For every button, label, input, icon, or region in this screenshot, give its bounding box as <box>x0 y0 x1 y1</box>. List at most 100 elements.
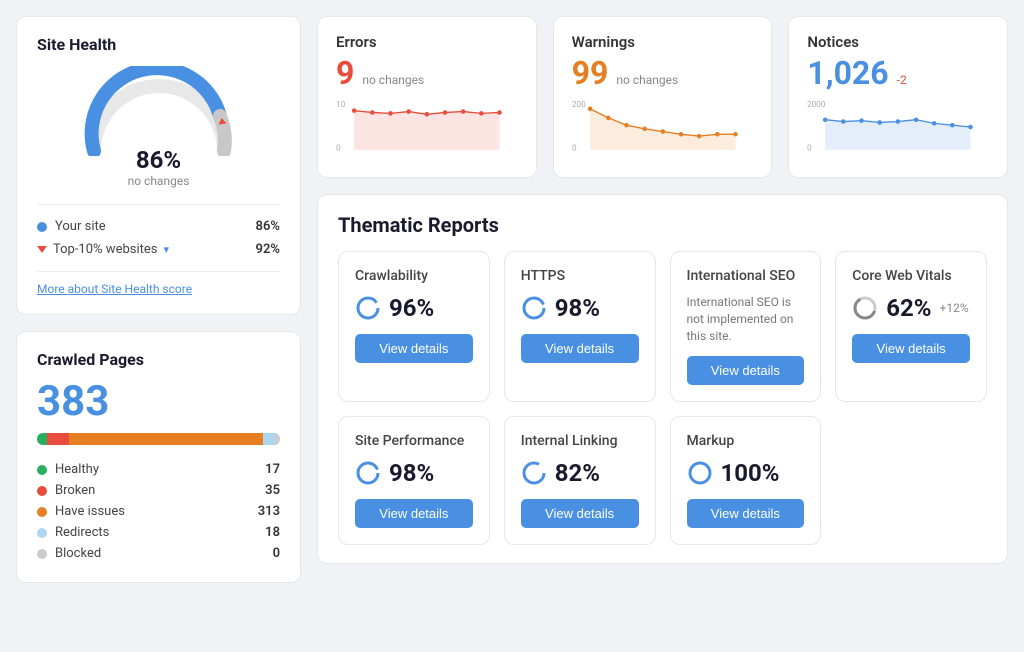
legend-blocked: Blocked 0 <box>37 543 280 564</box>
https-score-icon <box>521 295 547 321</box>
legend-redirects: Redirects 18 <box>37 522 280 543</box>
dashboard: Site Health 86% no changes <box>16 16 1008 583</box>
issues-dot <box>37 507 47 517</box>
report-intl-seo: International SEO International SEO is n… <box>670 251 822 402</box>
core-web-vitals-name: Core Web Vitals <box>852 268 970 284</box>
crawlability-view-btn[interactable]: View details <box>355 334 473 363</box>
reports-row-2: Site Performance 98% View details Intern… <box>338 416 987 545</box>
core-web-vitals-delta: +12% <box>940 301 969 315</box>
gauge-sub: no changes <box>128 174 190 188</box>
warnings-change: no changes <box>616 73 678 87</box>
internal-linking-icon <box>521 460 547 486</box>
warnings-value-row: 99 no changes <box>572 57 754 89</box>
crawled-total: 383 <box>37 381 280 423</box>
top10-val: 92% <box>256 242 280 257</box>
pb-blocked <box>275 433 280 445</box>
blocked-count: 0 <box>273 546 280 561</box>
top10-chevron: ▾ <box>163 243 169 256</box>
intl-seo-view-btn[interactable]: View details <box>687 356 805 385</box>
report-markup: Markup 100% View details <box>670 416 822 545</box>
thematic-reports-card: Thematic Reports Crawlability 96% View d… <box>317 194 1008 564</box>
errors-label: Errors <box>336 33 518 51</box>
your-site-dot <box>37 222 47 232</box>
notices-label: Notices <box>807 33 989 51</box>
notices-card: Notices 1,026 -2 2000 0 <box>788 16 1008 178</box>
core-web-vitals-icon <box>852 295 878 321</box>
legend-healthy: Healthy 17 <box>37 459 280 480</box>
svg-text:0: 0 <box>572 143 577 153</box>
redirects-count: 18 <box>265 525 280 540</box>
report-https: HTTPS 98% View details <box>504 251 656 402</box>
legend-broken: Broken 35 <box>37 480 280 501</box>
site-performance-score-row: 98% <box>355 459 473 487</box>
crawled-pages-title: Crawled Pages <box>37 350 280 369</box>
errors-value-row: 9 no changes <box>336 57 518 89</box>
crawlability-score-icon <box>355 295 381 321</box>
svg-text:200: 200 <box>572 99 586 109</box>
markup-icon <box>687 460 713 486</box>
healthy-count: 17 <box>265 462 280 477</box>
warnings-card: Warnings 99 no changes 200 0 <box>553 16 773 178</box>
your-site-val: 86% <box>256 219 280 234</box>
svg-text:10: 10 <box>336 99 346 109</box>
crawlability-score: 96% <box>389 294 434 322</box>
top10-label: Top-10% websites <box>53 242 157 257</box>
redirects-dot <box>37 528 47 538</box>
pb-broken <box>47 433 69 445</box>
svg-text:0: 0 <box>807 143 812 153</box>
report-core-web-vitals: Core Web Vitals 62% +12% View details <box>835 251 987 402</box>
https-name: HTTPS <box>521 268 639 284</box>
markup-view-btn[interactable]: View details <box>687 499 805 528</box>
intl-seo-desc: International SEO is not implemented on … <box>687 294 805 344</box>
svg-text:0: 0 <box>336 143 341 153</box>
your-site-legend: Your site 86% <box>37 215 280 238</box>
redirects-label: Redirects <box>55 525 109 540</box>
gauge-percent: 86% <box>128 146 190 174</box>
legend-issues: Have issues 313 <box>37 501 280 522</box>
markup-score-row: 100% <box>687 459 805 487</box>
healthy-label: Healthy <box>55 462 99 477</box>
errors-chart: 10 0 <box>336 97 518 157</box>
errors-card: Errors 9 no changes 10 0 <box>317 16 537 178</box>
notices-change: -2 <box>897 73 907 87</box>
site-performance-view-btn[interactable]: View details <box>355 499 473 528</box>
intl-seo-name: International SEO <box>687 268 805 284</box>
issues-label: Have issues <box>55 504 125 519</box>
report-crawlability: Crawlability 96% View details <box>338 251 490 402</box>
pb-redirects <box>263 433 275 445</box>
warnings-value: 99 <box>572 57 609 89</box>
pb-issues <box>69 433 263 445</box>
broken-dot <box>37 486 47 496</box>
errors-change: no changes <box>362 73 424 87</box>
top10-icon <box>37 246 47 253</box>
metrics-row: Errors 9 no changes 10 0 <box>317 16 1008 178</box>
broken-label: Broken <box>55 483 95 498</box>
blocked-dot <box>37 549 47 559</box>
broken-count: 35 <box>265 483 280 498</box>
pb-healthy <box>37 433 47 445</box>
more-about-link[interactable]: More about Site Health score <box>37 282 280 296</box>
site-health-title: Site Health <box>37 35 280 54</box>
report-internal-linking: Internal Linking 82% View details <box>504 416 656 545</box>
internal-linking-view-btn[interactable]: View details <box>521 499 639 528</box>
warnings-label: Warnings <box>572 33 754 51</box>
healthy-dot <box>37 465 47 475</box>
https-view-btn[interactable]: View details <box>521 334 639 363</box>
site-health-card: Site Health 86% no changes <box>16 16 301 315</box>
errors-value: 9 <box>336 57 354 89</box>
internal-linking-score: 82% <box>555 459 600 487</box>
your-site-label: Your site <box>55 219 106 234</box>
right-column: Errors 9 no changes 10 0 <box>317 16 1008 583</box>
internal-linking-score-row: 82% <box>521 459 639 487</box>
report-site-performance: Site Performance 98% View details <box>338 416 490 545</box>
blocked-label: Blocked <box>55 546 101 561</box>
left-column: Site Health 86% no changes <box>16 16 301 583</box>
issues-count: 313 <box>258 504 280 519</box>
site-performance-score: 98% <box>389 459 434 487</box>
notices-chart: 2000 0 <box>807 97 989 157</box>
core-web-vitals-score: 62% <box>886 294 931 322</box>
notices-value: 1,026 <box>807 57 888 89</box>
thematic-reports-title: Thematic Reports <box>338 213 987 237</box>
markup-score: 100% <box>721 459 780 487</box>
core-web-vitals-view-btn[interactable]: View details <box>852 334 970 363</box>
